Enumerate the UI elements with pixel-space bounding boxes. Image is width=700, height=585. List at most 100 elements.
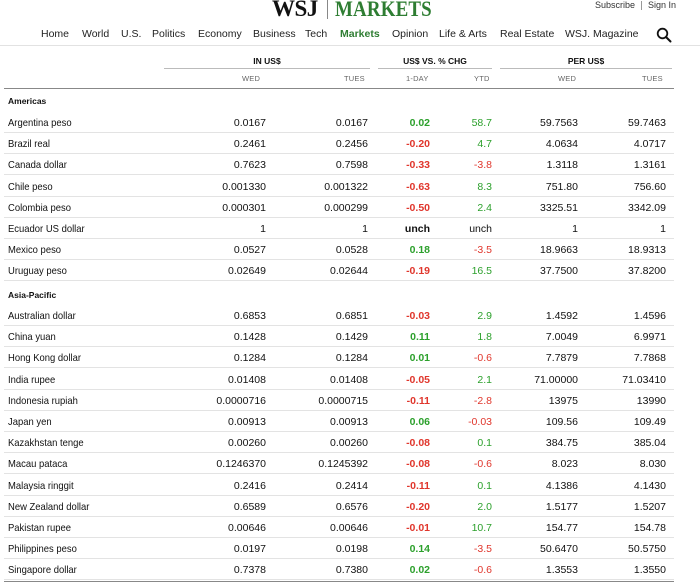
brand-section-markets[interactable]: MARKETS (335, 0, 432, 22)
table-row: Indonesia rupiah 0.0000716 0.0000715 -0.11 -… (4, 390, 674, 411)
pct-change-1day: 0.02 (409, 117, 430, 129)
sign-in-link[interactable]: Sign In (648, 0, 676, 10)
currency-name[interactable]: Macau pataca (8, 458, 67, 470)
col-header-1day: 1-DAY (406, 74, 429, 83)
currency-name[interactable]: Ecuador US dollar (8, 223, 85, 235)
nav-item-markets[interactable]: Markets (340, 28, 380, 40)
in-usd-wed: 0.6853 (233, 310, 266, 322)
table-row: India rupee 0.01408 0.01408 -0.05 2.1 71.0000… (4, 369, 674, 390)
nav-item-home[interactable]: Home (41, 28, 69, 40)
currency-name[interactable]: China yuan (8, 331, 56, 343)
nav-item-politics[interactable]: Politics (152, 28, 185, 40)
pct-change-1day: -0.01 (406, 522, 430, 534)
per-usd-wed: 7.0049 (545, 331, 578, 344)
currency-name[interactable]: Colombia peso (8, 202, 71, 214)
in-usd-wed: 0.0197 (233, 543, 266, 556)
pct-change-1day: -0.08 (406, 458, 430, 471)
per-usd-wed: 1.3553 (545, 564, 578, 577)
pct-change-1day: 0.06 (409, 416, 430, 428)
in-usd-tue: 0.0000715 (318, 394, 368, 407)
currency-name[interactable]: Argentina peso (8, 117, 72, 129)
pct-change-ytd: 0.1 (477, 479, 492, 492)
col-header-per-tue: TUES (642, 74, 663, 83)
currency-name[interactable]: Canada dollar (8, 159, 67, 171)
in-usd-tue: 0.2414 (335, 479, 368, 492)
in-usd-wed: 0.7378 (233, 564, 266, 577)
pct-change-1day: -0.03 (406, 310, 430, 322)
subscribe-link[interactable]: Subscribe (595, 0, 635, 10)
pct-change-ytd: -2.8 (473, 394, 492, 407)
table-row: Canada dollar 0.7623 0.7598 -0.33 -3.8 1.3118… (4, 154, 674, 176)
nav-item-us[interactable]: U.S. (121, 28, 141, 40)
currency-name[interactable]: Australian dollar (8, 310, 76, 322)
in-usd-wed: 0.1284 (233, 352, 266, 365)
per-usd-wed: 384.75 (545, 437, 578, 450)
table-row: New Zealand dollar 0.6589 0.6576 -0.20 2.0 1.… (4, 496, 674, 517)
per-usd-tue: 3342.09 (628, 201, 666, 214)
table-row: Uruguay peso 0.02649 0.02644 -0.19 16.5 37.75… (4, 260, 674, 282)
pct-change-ytd: 2.0 (477, 500, 492, 513)
per-usd-tue: 1.3161 (633, 159, 666, 172)
currency-name[interactable]: New Zealand dollar (8, 501, 89, 513)
in-usd-tue: 0.00913 (330, 416, 368, 428)
section-title-asia-pacific: Asia-Pacific (8, 290, 57, 300)
col-header-in-wed: WED (242, 74, 261, 83)
currency-name[interactable]: India rupee (8, 374, 55, 386)
currency-name[interactable]: Singapore dollar (8, 564, 77, 576)
nav-item-world[interactable]: World (82, 28, 109, 40)
currency-name[interactable]: Kazakhstan tenge (8, 437, 84, 449)
table-row: Philippines peso 0.0197 0.0198 0.14 -3.5 50.6… (4, 538, 674, 560)
nav-item-real-estate[interactable]: Real Estate (500, 28, 554, 40)
in-usd-wed: 0.000301 (222, 201, 266, 214)
currency-name[interactable]: Uruguay peso (8, 265, 67, 277)
per-usd-wed: 4.0634 (545, 138, 578, 151)
pct-change-ytd: -3.8 (473, 159, 492, 172)
per-usd-tue: 4.1430 (633, 479, 666, 492)
pct-change-ytd: 0.1 (477, 437, 492, 450)
nav-item-life-arts[interactable]: Life & Arts (439, 28, 487, 40)
in-usd-wed: 0.1428 (233, 331, 266, 344)
currency-name[interactable]: Mexico peso (8, 244, 61, 256)
currency-name[interactable]: Chile peso (8, 181, 53, 193)
pct-change-ytd: 1.8 (477, 331, 492, 344)
table-row: Mexico peso 0.0527 0.0528 0.18 -3.5 18.9663 18… (4, 239, 674, 261)
brand-logo[interactable]: WSJ MARKETS (272, 0, 447, 22)
currency-name[interactable]: Brazil real (8, 138, 50, 150)
currency-name[interactable]: Indonesia rupiah (8, 395, 78, 407)
search-icon[interactable] (656, 27, 672, 43)
column-group-pct-change: US$ VS. % CHG (378, 56, 492, 69)
table-row: Argentina peso 0.0167 0.0167 0.02 58.7 59.756… (4, 112, 674, 133)
nav-item-economy[interactable]: Economy (198, 28, 242, 40)
nav-item-business[interactable]: Business (253, 28, 296, 40)
currency-name[interactable]: Malaysia ringgit (8, 480, 74, 492)
currency-name[interactable]: Philippines peso (8, 543, 77, 555)
in-usd-wed: 0.7623 (233, 159, 266, 172)
per-usd-wed: 71.00000 (534, 373, 578, 386)
per-usd-wed: 18.9663 (540, 244, 578, 257)
table-row: Colombia peso 0.000301 0.000299 -0.50 2.4 332… (4, 197, 674, 218)
in-usd-tue: 0.6576 (335, 500, 368, 513)
in-usd-wed: 0.02649 (228, 265, 266, 278)
per-usd-tue: 1.3550 (633, 564, 666, 577)
nav-item-opinion[interactable]: Opinion (392, 28, 428, 40)
table-row: Australian dollar 0.6853 0.6851 -0.03 2.9 1.4… (4, 305, 674, 326)
pct-change-1day: -0.08 (406, 437, 430, 450)
per-usd-tue: 385.04 (633, 437, 666, 450)
per-usd-wed: 1.3118 (546, 159, 578, 172)
per-usd-wed: 154.77 (545, 522, 578, 534)
nav-item-tech[interactable]: Tech (305, 28, 327, 40)
currency-name[interactable]: Pakistan rupee (8, 522, 71, 534)
table-row: Singapore dollar 0.7378 0.7380 0.02 -0.6 1.35… (4, 559, 674, 581)
currency-name[interactable]: Japan yen (8, 416, 52, 428)
currency-name[interactable]: Hong Kong dollar (8, 352, 81, 364)
pct-change-1day: -0.20 (406, 500, 430, 513)
brand-wsj[interactable]: WSJ (272, 0, 318, 22)
nav-item-wsj-magazine[interactable]: WSJ. Magazine (565, 28, 639, 40)
col-header-ytd: YTD (474, 74, 490, 83)
pct-change-ytd: 4.7 (477, 138, 492, 151)
in-usd-tue: 0.02644 (330, 265, 368, 278)
pct-change-ytd: -0.6 (473, 458, 492, 471)
pct-change-1day: 0.14 (409, 543, 430, 556)
pct-change-1day: -0.05 (406, 373, 430, 386)
in-usd-tue: 0.00646 (330, 522, 368, 534)
